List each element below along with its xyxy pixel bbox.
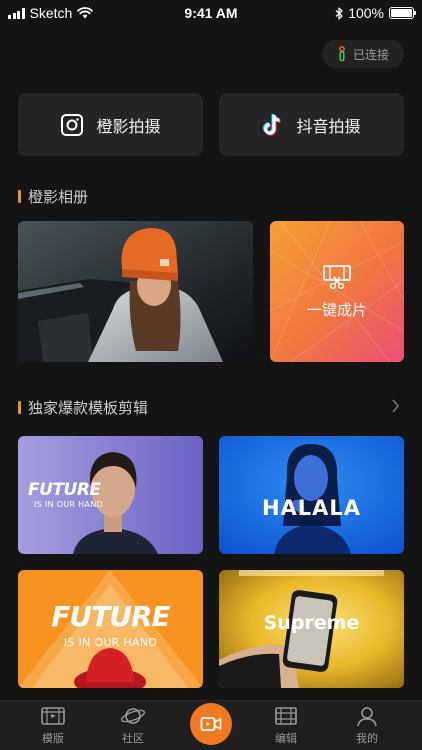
- tab-templates[interactable]: 模版: [23, 705, 83, 746]
- template-title: FUTURE: [28, 480, 101, 500]
- camera-icon: [61, 113, 84, 136]
- one-click-video-card[interactable]: 一键成片: [270, 221, 404, 362]
- tab-label: 编辑: [275, 732, 297, 745]
- gimbal-icon: [339, 46, 345, 62]
- bluetooth-icon: [335, 7, 343, 19]
- section-accent-bar: [18, 190, 21, 203]
- battery-percent: 100%: [348, 5, 384, 21]
- tab-label: 我的: [356, 732, 378, 745]
- template-title: HALALA: [261, 496, 362, 520]
- tab-camera-button[interactable]: [190, 703, 232, 745]
- douyin-shoot-label: 抖音拍摄: [296, 116, 361, 136]
- template-subtitle: IS IN OUR HAND: [63, 636, 158, 649]
- battery-icon: [389, 7, 416, 19]
- template-card-halala[interactable]: HALALA: [219, 436, 404, 554]
- template-thumbnail: [219, 436, 404, 554]
- template-title: FUTURE: [51, 600, 170, 633]
- album-title: 橙影相册: [28, 188, 89, 206]
- tab-community[interactable]: 社区: [103, 705, 163, 746]
- film-edit-icon: [275, 707, 297, 725]
- one-click-label: 一键成片: [306, 301, 367, 319]
- planet-icon: [120, 708, 146, 724]
- tab-profile[interactable]: 我的: [337, 705, 397, 746]
- douyin-shoot-button[interactable]: 抖音拍摄: [219, 93, 404, 156]
- album-photo-card[interactable]: [18, 221, 253, 362]
- chengying-shoot-button[interactable]: 橙影拍摄: [18, 93, 203, 156]
- connection-status-label: 已连接: [352, 47, 389, 62]
- template-subtitle: IS IN OUR HAND: [34, 500, 103, 509]
- douyin-icon: [263, 113, 282, 136]
- template-card-supreme[interactable]: Supreme: [219, 570, 404, 688]
- one-click-content: 一键成片: [270, 221, 404, 362]
- album-section-title: 橙影相册: [18, 186, 88, 207]
- chengying-shoot-label: 橙影拍摄: [96, 116, 161, 136]
- connection-status-pill[interactable]: 已连接: [322, 40, 404, 68]
- template-card-future-2[interactable]: FUTURE IS IN OUR HAND: [18, 570, 203, 688]
- album-photo: [18, 221, 253, 362]
- status-right: 100%: [335, 5, 416, 21]
- camera-icon: [200, 717, 222, 731]
- templates-title: 独家爆款模板剪辑: [28, 399, 149, 417]
- tab-edit[interactable]: 编辑: [256, 705, 316, 746]
- template-icon: [41, 707, 65, 725]
- user-icon: [357, 707, 377, 727]
- status-bar: Sketch 9:41 AM 100%: [0, 0, 422, 26]
- section-accent-bar: [18, 401, 21, 414]
- tab-label: 模版: [42, 732, 64, 745]
- templates-section-title: 独家爆款模板剪辑: [18, 397, 148, 418]
- tab-label: 社区: [122, 732, 144, 745]
- template-card-future-1[interactable]: FUTURE IS IN OUR HAND: [18, 436, 203, 554]
- chevron-right-icon[interactable]: [391, 399, 400, 413]
- film-scissors-icon: [323, 265, 351, 290]
- template-title: Supreme: [263, 612, 360, 634]
